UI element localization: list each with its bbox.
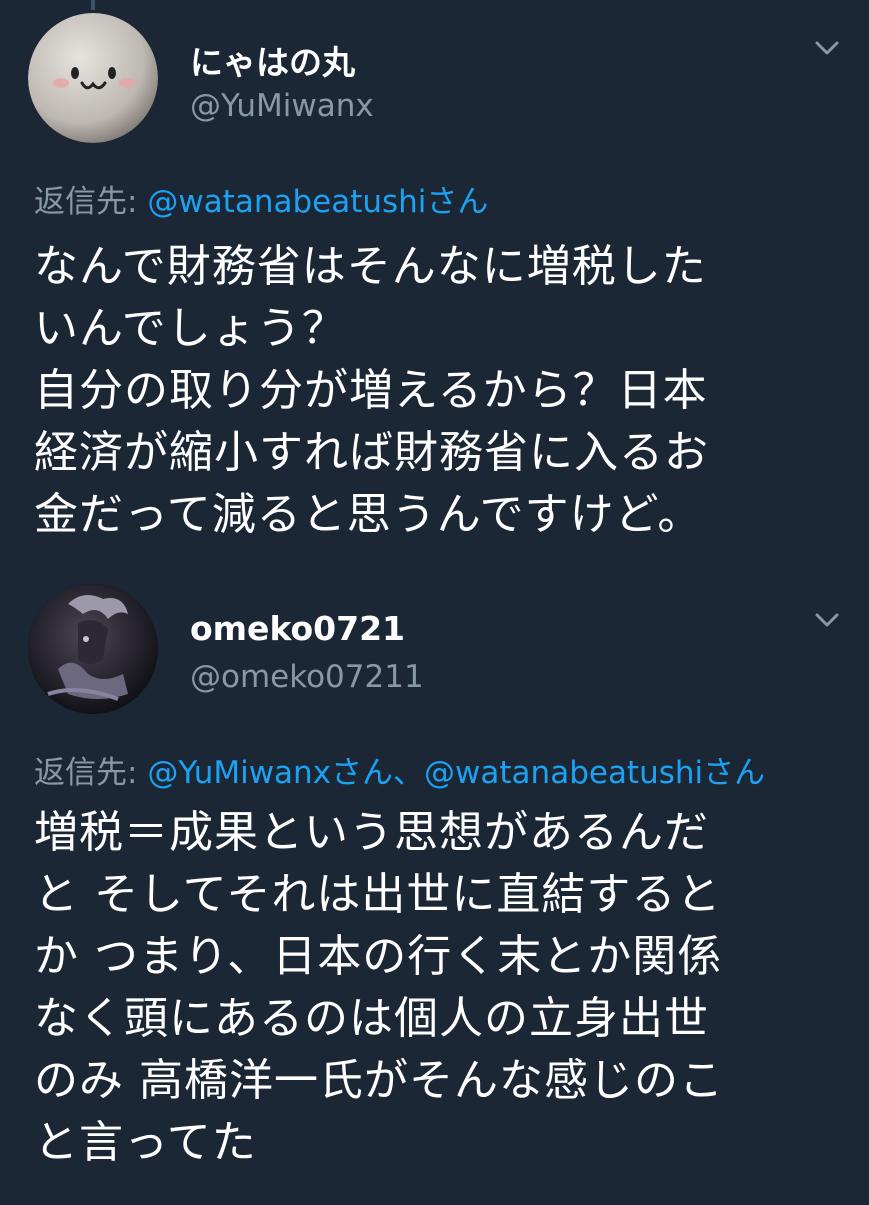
tweet-text: 増税＝成果という思想があるんだ と そしてそれは出世に直結すると か つまり、日… <box>34 807 724 1168</box>
tweet-menu-button[interactable] <box>812 609 842 631</box>
reply-mention-link[interactable]: @YuMiwanxさん、@watanabeatushiさん <box>147 755 765 791</box>
tweet[interactable]: にゃはの丸 @YuMiwanx 返信先: @watanabeatushiさん な… <box>0 0 869 570</box>
display-name[interactable]: omeko0721 <box>190 609 405 648</box>
tweet-text: なんで財務省はそんなに増税した いんでしょう？ 自分の取り分が増えるから？日本 … <box>34 241 709 540</box>
smiley-face-avatar-icon <box>28 13 158 143</box>
user-handle[interactable]: @omeko07211 <box>190 659 424 695</box>
reply-context: 返信先: @YuMiwanxさん、@watanabeatushiさん <box>34 747 765 792</box>
chevron-down-icon <box>815 41 839 55</box>
avatar[interactable] <box>28 584 158 714</box>
reply-prefix: 返信先: <box>34 184 148 220</box>
chevron-down-icon <box>815 613 839 627</box>
tweet-menu-button[interactable] <box>812 37 842 59</box>
tweet[interactable]: omeko0721 @omeko07211 返信先: @YuMiwanxさん、@… <box>0 570 869 1205</box>
reply-mention-link[interactable]: @watanabeatushiさん <box>147 184 488 220</box>
reply-context: 返信先: @watanabeatushiさん <box>34 176 488 221</box>
reply-prefix: 返信先: <box>34 755 148 791</box>
avatar[interactable] <box>28 13 158 143</box>
dark-figure-avatar-icon <box>28 584 158 714</box>
user-handle[interactable]: @YuMiwanx <box>190 88 374 124</box>
display-name[interactable]: にゃはの丸 <box>190 36 355 84</box>
